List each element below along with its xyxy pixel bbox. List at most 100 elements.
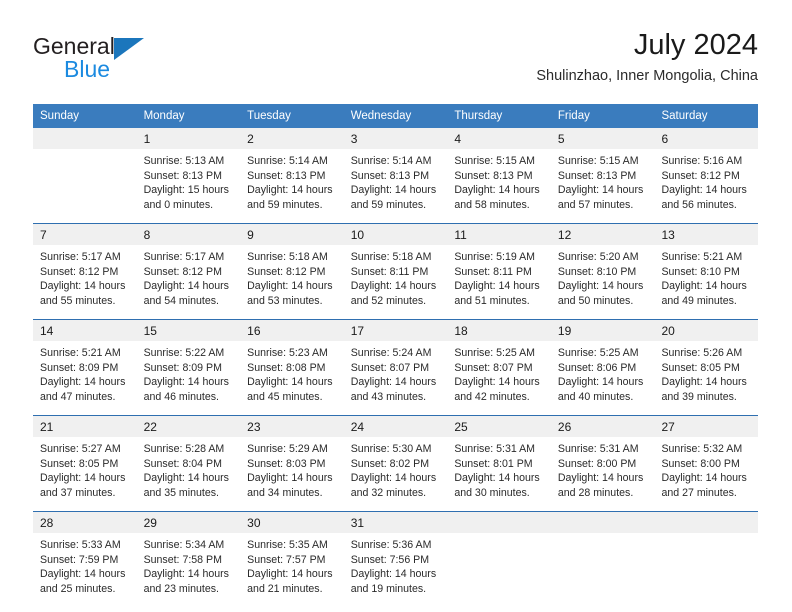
sunrise-text: Sunrise: 5:31 AM — [557, 443, 639, 455]
day-number[interactable]: 31 — [344, 512, 448, 533]
day-number[interactable]: 3 — [344, 128, 448, 149]
day-number[interactable]: 23 — [240, 416, 344, 437]
sunrise-text: Sunrise: 5:35 AM — [247, 539, 328, 551]
day-number[interactable]: 7 — [33, 224, 137, 245]
day-number[interactable]: 9 — [240, 224, 344, 245]
day-number[interactable]: 30 — [240, 512, 344, 533]
day-cell: Sunrise: 5:36 AM Sunset: 7:56 PM Dayligh… — [344, 533, 448, 607]
daylight-text-line2: and 53 minutes. — [247, 294, 323, 307]
daylight-text-line1: Daylight: 14 hours — [143, 280, 229, 293]
daylight-text-line1: Daylight: 14 hours — [661, 376, 747, 389]
daylight-text-line1: Daylight: 14 hours — [350, 184, 437, 197]
day-number[interactable]: 25 — [447, 416, 551, 437]
sunset-text: Sunset: 8:13 PM — [350, 169, 430, 182]
sunrise-text: Sunrise: 5:31 AM — [454, 443, 535, 455]
week-row: 14 15 16 17 18 19 20 Sunrise: 5:21 AM Su… — [33, 320, 758, 416]
day-number[interactable]: 27 — [654, 416, 758, 437]
day-number[interactable]: 13 — [654, 224, 758, 245]
day-cell: Sunrise: 5:28 AM Sunset: 8:04 PM Dayligh… — [137, 437, 241, 511]
day-number[interactable] — [447, 512, 551, 533]
day-number[interactable]: 11 — [447, 224, 551, 245]
day-cell: Sunrise: 5:32 AM Sunset: 8:00 PM Dayligh… — [654, 437, 758, 511]
week-row: 1 2 3 4 5 6 Sunrise: 5:13 AM Sunset: 8:1… — [33, 128, 758, 224]
daylight-text-line2: and 35 minutes. — [143, 486, 219, 499]
day-detail-row: Sunrise: 5:13 AM Sunset: 8:13 PM Dayligh… — [33, 149, 758, 223]
day-number[interactable]: 21 — [33, 416, 137, 437]
weekday-header-row: Sunday Monday Tuesday Wednesday Thursday… — [33, 104, 758, 128]
day-cell: Sunrise: 5:33 AM Sunset: 7:59 PM Dayligh… — [33, 533, 137, 607]
sunrise-text: Sunrise: 5:17 AM — [40, 251, 121, 263]
day-detail-row: Sunrise: 5:27 AM Sunset: 8:05 PM Dayligh… — [33, 437, 758, 511]
day-number[interactable] — [33, 128, 137, 149]
day-number[interactable]: 14 — [33, 320, 137, 341]
daylight-text-line1: Daylight: 14 hours — [143, 472, 229, 485]
day-number[interactable]: 19 — [551, 320, 655, 341]
sunset-text: Sunset: 8:01 PM — [454, 457, 533, 470]
day-number[interactable]: 29 — [137, 512, 241, 533]
calendar-page: General Blue July 2024 Shulinzhao, Inner… — [0, 0, 792, 612]
daylight-text-line1: Daylight: 14 hours — [143, 568, 229, 581]
daylight-text-line1: Daylight: 14 hours — [454, 184, 540, 197]
day-cell: Sunrise: 5:31 AM Sunset: 8:01 PM Dayligh… — [447, 437, 551, 511]
day-cell: Sunrise: 5:25 AM Sunset: 8:06 PM Dayligh… — [551, 341, 655, 415]
title-block: July 2024 Shulinzhao, Inner Mongolia, Ch… — [536, 28, 758, 85]
day-number[interactable]: 28 — [33, 512, 137, 533]
sunrise-text: Sunrise: 5:15 AM — [454, 155, 535, 167]
day-number[interactable]: 6 — [654, 128, 758, 149]
sunset-text: Sunset: 7:56 PM — [350, 553, 430, 566]
daylight-text-line2: and 50 minutes. — [557, 294, 634, 307]
sunrise-text: Sunrise: 5:18 AM — [350, 251, 432, 263]
sunset-text: Sunset: 7:57 PM — [247, 553, 326, 566]
day-number[interactable]: 10 — [344, 224, 448, 245]
day-cell: Sunrise: 5:23 AM Sunset: 8:08 PM Dayligh… — [240, 341, 344, 415]
day-number-band: 1 2 3 4 5 6 — [33, 128, 758, 149]
day-number[interactable]: 1 — [137, 128, 241, 149]
day-number[interactable]: 15 — [137, 320, 241, 341]
day-number[interactable]: 5 — [551, 128, 655, 149]
daylight-text-line1: Daylight: 14 hours — [40, 568, 126, 581]
day-number[interactable]: 16 — [240, 320, 344, 341]
brand-blue-text: Blue — [64, 56, 111, 82]
day-number[interactable]: 20 — [654, 320, 758, 341]
daylight-text-line2: and 46 minutes. — [143, 390, 219, 403]
day-number[interactable]: 18 — [447, 320, 551, 341]
sunrise-text: Sunrise: 5:30 AM — [350, 443, 432, 455]
daylight-text-line1: Daylight: 15 hours — [143, 184, 229, 197]
sunrise-text: Sunrise: 5:22 AM — [143, 347, 225, 359]
daylight-text-line2: and 56 minutes. — [661, 198, 737, 211]
sunset-text: Sunset: 8:03 PM — [247, 457, 326, 470]
weekday-header-monday: Monday — [143, 110, 185, 122]
sunset-text: Sunset: 8:13 PM — [143, 169, 222, 182]
daylight-text-line2: and 21 minutes. — [247, 582, 323, 595]
daylight-text-line2: and 19 minutes. — [350, 582, 427, 595]
sunset-text: Sunset: 8:09 PM — [40, 361, 119, 374]
daylight-text-line2: and 42 minutes. — [454, 390, 530, 403]
day-number[interactable]: 26 — [551, 416, 655, 437]
sunrise-text: Sunrise: 5:26 AM — [661, 347, 743, 359]
sunset-text: Sunset: 8:02 PM — [350, 457, 430, 470]
day-cell — [551, 533, 655, 607]
day-number[interactable]: 2 — [240, 128, 344, 149]
day-number[interactable] — [654, 512, 758, 533]
weekday-header-friday: Friday — [557, 110, 590, 122]
day-number-band: 28 29 30 31 — [33, 512, 758, 533]
day-number[interactable]: 24 — [344, 416, 448, 437]
daylight-text-line2: and 23 minutes. — [143, 582, 219, 595]
day-cell: Sunrise: 5:25 AM Sunset: 8:07 PM Dayligh… — [447, 341, 551, 415]
day-cell — [654, 533, 758, 607]
day-number[interactable]: 8 — [137, 224, 241, 245]
day-number[interactable]: 22 — [137, 416, 241, 437]
day-cell: Sunrise: 5:13 AM Sunset: 8:13 PM Dayligh… — [137, 149, 241, 223]
day-number[interactable]: 12 — [551, 224, 655, 245]
day-number[interactable]: 4 — [447, 128, 551, 149]
sunrise-text: Sunrise: 5:18 AM — [247, 251, 328, 263]
sunset-text: Sunset: 8:13 PM — [454, 169, 533, 182]
day-number[interactable]: 17 — [344, 320, 448, 341]
daylight-text-line1: Daylight: 14 hours — [454, 280, 540, 293]
day-cell: Sunrise: 5:19 AM Sunset: 8:11 PM Dayligh… — [447, 245, 551, 319]
day-number[interactable] — [551, 512, 655, 533]
daylight-text-line2: and 37 minutes. — [40, 486, 116, 499]
calendar-grid: Sunday Monday Tuesday Wednesday Thursday… — [33, 104, 758, 607]
day-number-band: 21 22 23 24 25 26 27 — [33, 416, 758, 437]
daylight-text-line1: Daylight: 14 hours — [557, 280, 644, 293]
